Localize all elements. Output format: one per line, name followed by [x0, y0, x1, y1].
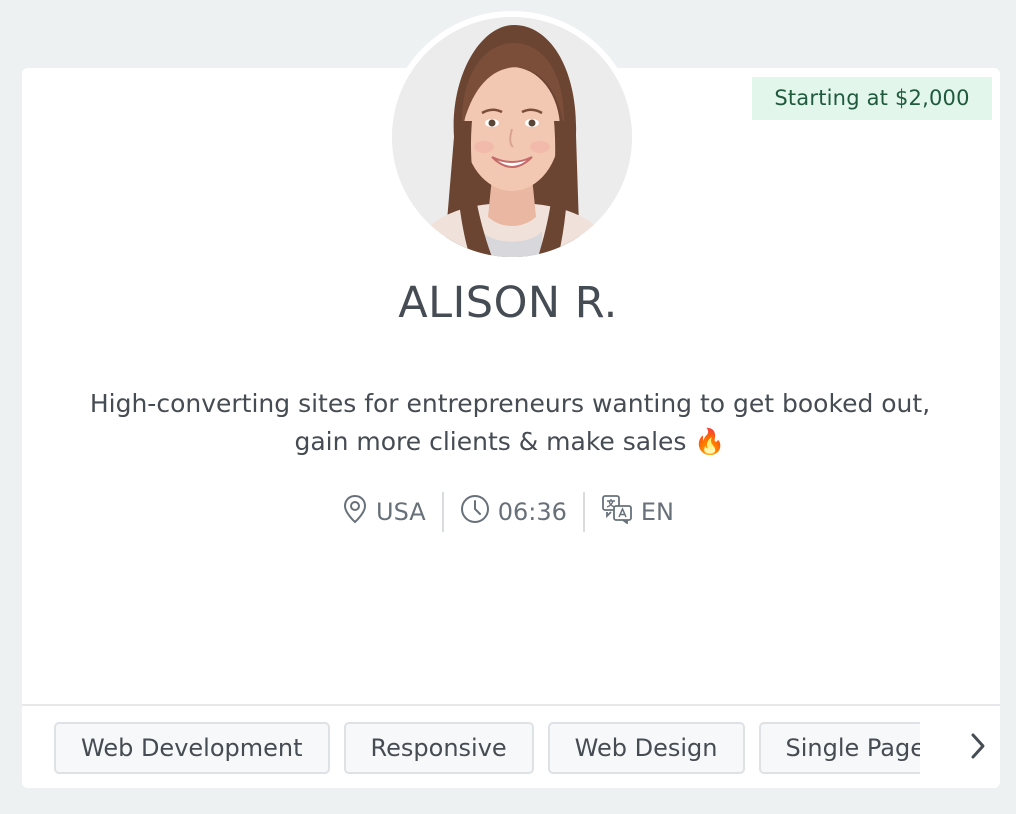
tag-single-page[interactable]: Single Page	[758, 722, 920, 774]
chevron-right-icon[interactable]	[968, 731, 988, 765]
clock-icon	[460, 494, 490, 530]
map-pin-icon	[342, 494, 368, 530]
freelancer-name[interactable]: ALISON R.	[0, 278, 1016, 328]
time-info: 06:36	[444, 494, 583, 530]
price-badge: Starting at $2,000	[752, 77, 992, 120]
local-time-text: 06:36	[497, 498, 567, 526]
location-info: USA	[326, 494, 442, 530]
bio-line-1: High-converting sites for entrepreneurs …	[89, 389, 931, 418]
tag-responsive[interactable]: Responsive	[343, 722, 534, 774]
tags-list: Web Development Responsive Web Design Singl…	[54, 722, 920, 774]
tag-web-development[interactable]: Web Development	[54, 722, 330, 774]
meta-row: USA 06:36 EN	[0, 490, 1016, 534]
bio-line-2: gain more clients & make sales 🔥	[294, 427, 726, 456]
avatar[interactable]	[392, 17, 632, 257]
location-text: USA	[376, 498, 426, 526]
tag-web-design[interactable]: Web Design	[547, 722, 745, 774]
bio: High-converting sites for entrepreneurs …	[60, 385, 960, 461]
translate-icon	[601, 494, 633, 530]
language-text: EN	[640, 498, 674, 526]
tags-next-button[interactable]	[960, 730, 996, 766]
language-info: EN	[585, 494, 690, 530]
card-divider	[22, 704, 1000, 706]
